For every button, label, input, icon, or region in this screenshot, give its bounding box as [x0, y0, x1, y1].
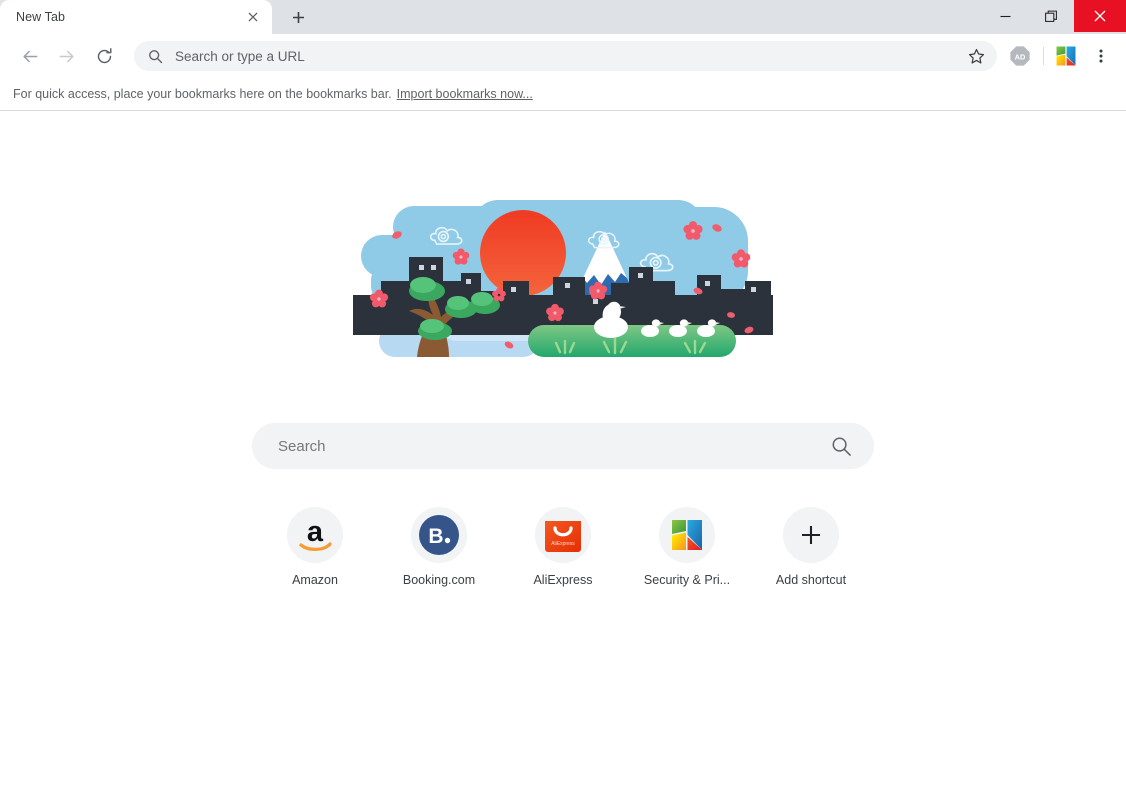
adblock-icon[interactable]: AD	[1005, 41, 1035, 71]
plus-icon	[783, 507, 839, 563]
reload-button[interactable]	[88, 40, 120, 72]
restore-button[interactable]	[1028, 0, 1074, 32]
browser-tab-new-tab[interactable]: New Tab	[0, 0, 272, 34]
tab-title: New Tab	[16, 10, 66, 24]
forward-button[interactable]	[50, 40, 82, 72]
address-bar-input[interactable]	[175, 48, 963, 64]
window-controls	[982, 0, 1126, 34]
close-window-button[interactable]	[1074, 0, 1126, 32]
close-tab-icon[interactable]	[244, 8, 262, 26]
shortcut-label: AliExpress	[533, 573, 593, 587]
import-bookmarks-link[interactable]: Import bookmarks now...	[397, 87, 533, 101]
toolbar-divider	[1043, 47, 1044, 65]
address-bar[interactable]	[134, 41, 997, 71]
three-dot-menu-icon[interactable]	[1086, 41, 1116, 71]
shortcut-label: Add shortcut	[775, 573, 847, 587]
shortcut-label: Booking.com	[402, 573, 476, 587]
avg-icon	[659, 507, 715, 563]
add-shortcut-button[interactable]: Add shortcut	[749, 507, 873, 587]
svg-text:a: a	[307, 516, 324, 548]
star-icon[interactable]	[963, 43, 989, 69]
search-icon[interactable]	[830, 435, 852, 457]
browser-toolbar: AD	[0, 34, 1126, 78]
bookmarks-bar: For quick access, place your bookmarks h…	[0, 78, 1126, 111]
svg-text:AD: AD	[1015, 52, 1026, 61]
booking-icon: B	[411, 507, 467, 563]
svg-text:B: B	[428, 525, 443, 548]
shortcut-security-privacy[interactable]: Security & Pri...	[625, 507, 749, 587]
minimize-button[interactable]	[982, 0, 1028, 32]
back-button[interactable]	[14, 40, 46, 72]
search-icon	[146, 47, 164, 65]
aliexpress-icon: AliExpress	[535, 507, 591, 563]
new-tab-button[interactable]	[283, 2, 313, 32]
shortcut-label: Security & Pri...	[643, 573, 731, 587]
shortcut-label: Amazon	[292, 573, 338, 587]
tab-strip: New Tab	[0, 0, 1126, 34]
amazon-icon: a	[287, 507, 343, 563]
svg-text:AliExpress: AliExpress	[551, 541, 575, 547]
avg-extension-icon[interactable]	[1052, 42, 1080, 70]
ntp-search-input[interactable]	[278, 437, 830, 455]
new-tab-page: a Amazon B Booking.com	[0, 111, 1126, 799]
shortcut-booking[interactable]: B Booking.com	[377, 507, 501, 587]
shortcut-amazon[interactable]: a Amazon	[253, 507, 377, 587]
bookmarks-bar-message: For quick access, place your bookmarks h…	[13, 87, 392, 101]
ntp-search-box[interactable]	[252, 423, 874, 469]
japan-mount-fuji-illustration	[353, 195, 773, 375]
shortcut-aliexpress[interactable]: AliExpress AliExpress	[501, 507, 625, 587]
shortcut-tiles: a Amazon B Booking.com AliExpress AliExp…	[253, 507, 873, 587]
